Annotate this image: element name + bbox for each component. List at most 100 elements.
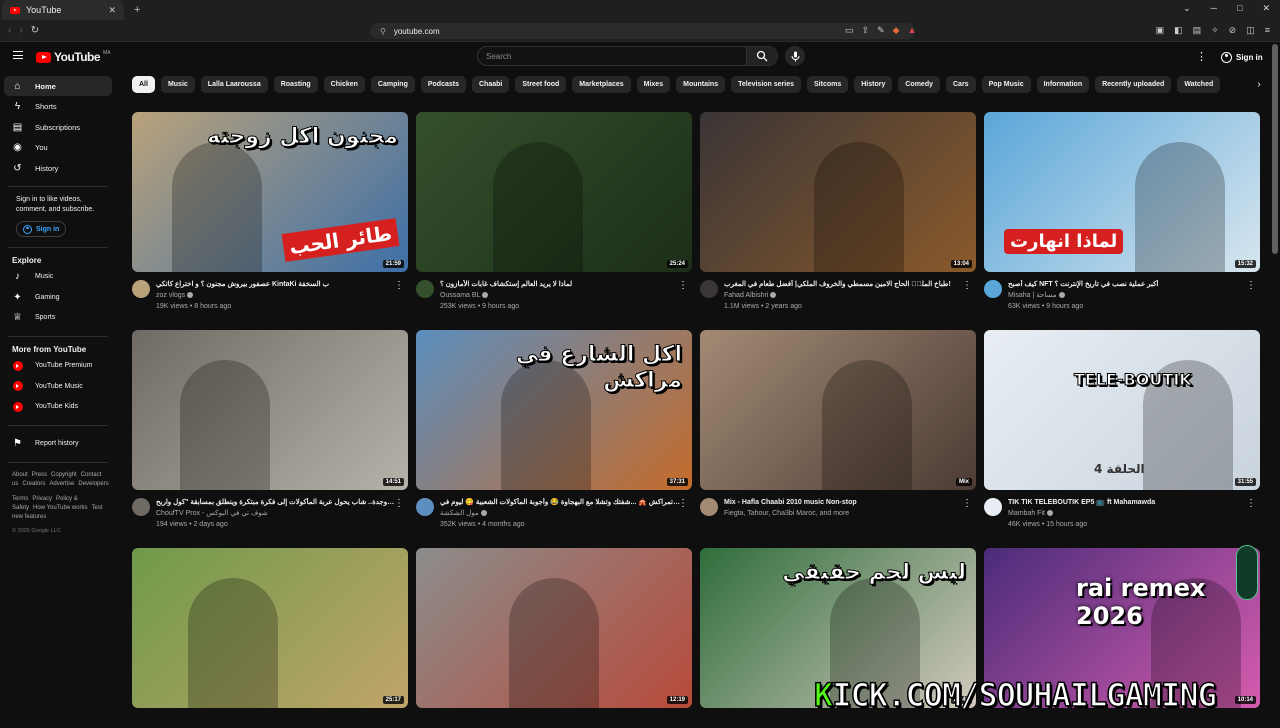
video-thumbnail[interactable]: 14:51 xyxy=(132,330,408,490)
channel-name[interactable]: zoz vlogs xyxy=(156,292,185,299)
sidebar-item-music[interactable]: ♪ Music xyxy=(4,267,112,287)
chip-music[interactable]: Music xyxy=(160,76,195,93)
video-thumbnail[interactable]: اكل الشارع في مراكش 37:31 xyxy=(416,330,692,490)
channel-avatar[interactable] xyxy=(700,280,718,298)
chip-history[interactable]: History xyxy=(854,76,893,93)
forward-icon[interactable]: › xyxy=(19,25,22,36)
chip-information[interactable]: Information xyxy=(1036,76,1090,93)
channel-avatar[interactable] xyxy=(416,280,434,298)
youtube-logo[interactable]: YouTube MA xyxy=(36,50,111,64)
new-tab-icon[interactable]: + xyxy=(134,4,140,16)
video-thumbnail[interactable]: 25:24 xyxy=(416,112,692,272)
chip-street-food[interactable]: Street food xyxy=(515,76,567,93)
chip-watched[interactable]: Watched xyxy=(1177,76,1221,93)
chip-comedy[interactable]: Comedy xyxy=(898,76,940,93)
maximize-icon[interactable]: □ xyxy=(1237,3,1242,14)
chip-lalla-laaroussa[interactable]: Lalla Laaroussa xyxy=(200,76,268,93)
channel-name[interactable]: مول الشكشة xyxy=(440,510,479,517)
channel-avatar[interactable] xyxy=(700,498,718,516)
footer-link[interactable]: How YouTube works xyxy=(33,505,87,511)
page-scrollbar[interactable] xyxy=(1272,44,1278,254)
sidebar-item-home[interactable]: ⌂ Home xyxy=(4,76,112,96)
wallet-icon[interactable]: ◫ xyxy=(1246,25,1255,36)
channel-name[interactable]: Fiegta, Tahour, Cha3bi Maroc, and more xyxy=(724,510,849,517)
chip-mixes[interactable]: Mixes xyxy=(636,76,671,93)
sidebar-item-history[interactable]: ↺ History xyxy=(4,158,112,178)
footer-link[interactable]: About xyxy=(12,472,28,478)
footer-link[interactable]: Copyright xyxy=(51,472,77,478)
chip-recently-uploaded[interactable]: Recently uploaded xyxy=(1095,76,1172,93)
browser-tab[interactable]: YouTube ✕ xyxy=(2,0,124,20)
sidebar-item-shorts[interactable]: ϟ Shorts xyxy=(4,97,112,117)
video-card[interactable]: 25:24 لماذا لا يريد العالم إستكشاف غابات … xyxy=(416,112,692,330)
hamburger-menu-icon[interactable] xyxy=(13,51,23,59)
video-thumbnail[interactable]: لماذا انهارت 15:32 xyxy=(984,112,1260,272)
extensions-icon[interactable]: ✧ xyxy=(1211,25,1219,36)
channel-avatar[interactable] xyxy=(416,498,434,516)
video-actions-more-icon[interactable]: ⋮ xyxy=(1246,280,1256,291)
video-title[interactable]: نهار كامل مع تحيتي تمراكش 🎪 ...شفتك وتشل… xyxy=(440,498,680,508)
video-thumbnail[interactable]: Mix xyxy=(700,330,976,490)
reload-icon[interactable]: ↻ xyxy=(31,25,39,36)
chip-cars[interactable]: Cars xyxy=(946,76,976,93)
channel-name[interactable]: ChoufTV Prox - شوف تي في البوكس xyxy=(156,510,268,517)
sidebar-item-youtube-music[interactable]: YouTube Music xyxy=(4,376,112,396)
menu-icon[interactable]: ≡ xyxy=(1265,25,1270,36)
channel-avatar[interactable] xyxy=(132,280,150,298)
site-info-icon[interactable]: ⚲ xyxy=(380,27,386,36)
chip-roasting[interactable]: Roasting xyxy=(273,76,318,93)
footer-link[interactable]: Developers xyxy=(78,481,108,487)
video-card[interactable]: لماذا انهارت 15:32 كيف أصبح NFT أكبر عملية… xyxy=(984,112,1260,330)
footer-link[interactable]: Press xyxy=(32,472,47,478)
chip-pop-music[interactable]: Pop Music xyxy=(981,76,1031,93)
video-title[interactable]: مبادرة من وجدة.. شاب يحول عربة المأكولات… xyxy=(156,498,396,508)
video-card[interactable]: 13:04 طباخ الملك🏾 الحاج الامين مسمطي والخ… xyxy=(700,112,976,330)
chip-television-series[interactable]: Television series xyxy=(731,76,802,93)
video-title[interactable]: طباخ الملك🏾 الحاج الامين مسمطي والخروف ا… xyxy=(724,280,964,290)
voice-search-button[interactable] xyxy=(785,46,805,66)
sidebar-item-youtube-kids[interactable]: YouTube Kids xyxy=(4,397,112,417)
video-card[interactable]: TELE-BOUTIK الحلقة 4 31:55 TIK TIK TELEBOUT… xyxy=(984,330,1260,548)
tab-close-icon[interactable]: ✕ xyxy=(108,5,116,16)
sidebar-toggle-icon[interactable]: ◧ xyxy=(1174,25,1183,36)
chip-marketplaces[interactable]: Marketplaces xyxy=(572,76,631,93)
layout-icon[interactable]: ▤ xyxy=(1193,25,1202,36)
shield-icon[interactable]: ◆ xyxy=(893,25,900,36)
footer-link[interactable]: Privacy xyxy=(32,496,52,502)
channel-avatar[interactable] xyxy=(132,498,150,516)
sidebar-item-sports[interactable]: ♕ Sports xyxy=(4,308,112,328)
search-input[interactable] xyxy=(486,51,746,61)
chip-mountains[interactable]: Mountains xyxy=(676,76,726,93)
sidebar-item-you[interactable]: ◉ You xyxy=(4,138,112,158)
video-card[interactable]: مجنون اكل زوجته طائر الحب 21:59 عصفور بيروش… xyxy=(132,112,408,330)
video-thumbnail[interactable]: 13:04 xyxy=(700,112,976,272)
sidebar-sign-in-button[interactable]: Sign in xyxy=(16,221,67,237)
video-title[interactable]: كيف أصبح NFT أكبر عملية نصب في تاريخ الإ… xyxy=(1008,280,1248,290)
video-card[interactable]: 14:51 مبادرة من وجدة.. شاب يحول عربة المأ… xyxy=(132,330,408,548)
video-actions-more-icon[interactable]: ⋮ xyxy=(962,498,972,509)
video-card[interactable]: 25:17 xyxy=(132,548,408,728)
channel-avatar[interactable] xyxy=(984,498,1002,516)
video-title[interactable]: TIK TIK TELEBOUTIK EP5 📺 ft Mahamawda xyxy=(1008,498,1248,508)
video-thumbnail[interactable]: مجنون اكل زوجته طائر الحب 21:59 xyxy=(132,112,408,272)
chips-next-arrow-icon[interactable]: › xyxy=(1250,76,1268,93)
video-actions-more-icon[interactable]: ⋮ xyxy=(394,498,404,509)
chip-chaabi[interactable]: Chaabi xyxy=(471,76,510,93)
video-title[interactable]: لماذا لا يريد العالم إستكشاف غابات الأما… xyxy=(440,280,680,290)
settings-more-icon[interactable]: ⋮ xyxy=(1196,50,1207,63)
video-thumbnail[interactable]: TELE-BOUTIK الحلقة 4 31:55 xyxy=(984,330,1260,490)
chip-podcasts[interactable]: Podcasts xyxy=(420,76,466,93)
share-icon[interactable]: ⇪ xyxy=(862,25,870,36)
video-card[interactable]: اكل الشارع في مراكش 37:31 نهار كامل مع تحي… xyxy=(416,330,692,548)
channel-avatar[interactable] xyxy=(984,280,1002,298)
video-card[interactable]: 12:19 xyxy=(416,548,692,728)
video-actions-more-icon[interactable]: ⋮ xyxy=(1246,498,1256,509)
edit-icon[interactable]: ✎ xyxy=(877,25,885,36)
footer-link[interactable]: Terms xyxy=(12,496,28,502)
minimize-icon[interactable]: ─ xyxy=(1211,3,1217,14)
video-title[interactable]: عصفور بيروش مجنون ؟ و اختراع كاتكي Kinta… xyxy=(156,280,396,290)
sidebar-item-gaming[interactable]: ✦ Gaming xyxy=(4,287,112,307)
sidebar-item-report-history[interactable]: ⚑ Report history xyxy=(4,434,112,454)
sidebar-item-subscriptions[interactable]: ▤ Subscriptions xyxy=(4,117,112,137)
sign-in-button[interactable]: Sign in xyxy=(1214,47,1270,67)
